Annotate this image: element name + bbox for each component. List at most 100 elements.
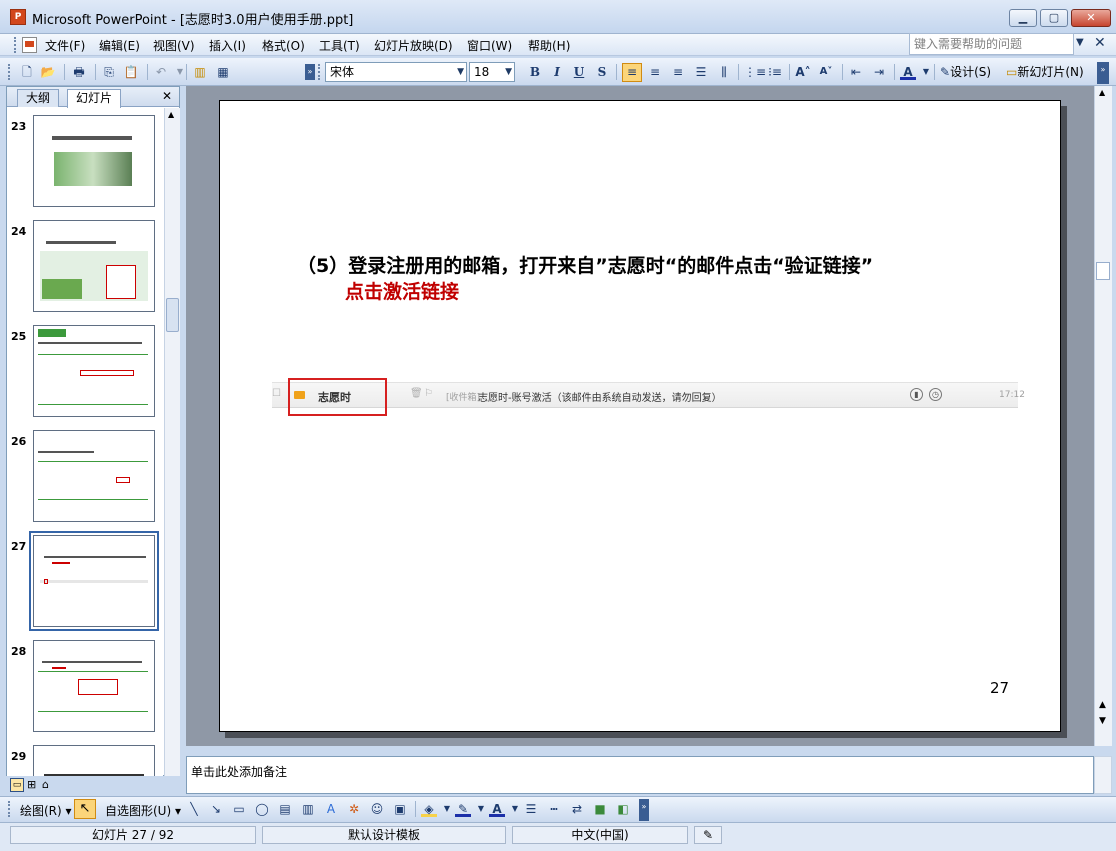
autoshapes-button[interactable]: 自选图形(U) ▾ [105,802,181,819]
toolbar-grip-icon[interactable] [8,801,12,817]
increase-font-icon[interactable]: A˄ [795,64,811,80]
copy-icon[interactable]: ⎘ [101,64,117,80]
menu-insert[interactable]: 插入(I) [209,37,246,54]
next-slide-icon[interactable]: ▼ [1099,716,1106,726]
italic-button[interactable]: I [549,64,565,80]
line-color-icon[interactable]: ✎ [455,801,471,817]
menu-window[interactable]: 窗口(W) [467,37,512,54]
line-tool-icon[interactable]: ╲ [186,801,202,817]
menu-format[interactable]: 格式(O) [262,37,305,54]
normal-view-icon[interactable]: ▭ [10,778,24,792]
toolbar-grip-icon[interactable] [8,64,12,80]
align-left-icon[interactable]: ≡ [622,63,642,82]
tab-outline[interactable]: 大纲 [17,89,60,107]
toolbar-grip-icon[interactable] [318,64,322,80]
powerpoint-app-icon[interactable]: P [10,9,26,25]
close-document-icon[interactable]: ✕ [1094,35,1106,51]
chevron-down-icon[interactable]: ▼ [505,63,512,81]
maximize-button[interactable]: ▢ [1040,9,1068,27]
bold-button[interactable]: B [527,64,543,80]
font-size-select[interactable]: 18 ▼ [469,62,515,82]
decrease-indent-icon[interactable]: ⇤ [848,64,864,80]
help-dropdown-icon[interactable]: ▼ [1076,37,1084,48]
fill-color-icon[interactable]: ◈ [421,801,437,817]
slide-thumbnail-29[interactable] [33,745,155,776]
help-search-input[interactable]: 键入需要帮助的问题 [909,33,1074,55]
toolbar-options-icon[interactable]: » [639,799,649,821]
scrollbar-thumb[interactable] [166,298,179,332]
slide-thumbnail-25[interactable] [33,325,155,417]
status-template[interactable]: 默认设计模板 [262,826,506,844]
spellcheck-status-icon[interactable]: ✎ [694,826,722,844]
toolbar-options-icon[interactable]: » [1097,62,1109,84]
notes-pane[interactable]: 单击此处添加备注 [186,756,1094,794]
distribute-icon[interactable]: ⫼ [716,64,732,80]
minimize-button[interactable]: ▁ [1009,9,1037,27]
insert-chart-icon[interactable]: ▥ [192,64,208,80]
slide-thumbnail-23[interactable] [33,115,155,207]
menu-tools[interactable]: 工具(T) [319,37,360,54]
close-panel-icon[interactable]: ✕ [162,89,172,103]
open-file-icon[interactable]: 📂 [40,64,56,80]
wordart-icon[interactable]: A [323,801,339,817]
font-color-dropdown-icon[interactable]: ▼ [507,801,523,817]
rectangle-tool-icon[interactable]: ▭ [231,801,247,817]
shadow-style-icon[interactable]: ■ [592,801,608,817]
vertical-textbox-icon[interactable]: ▥ [300,801,316,817]
line-style-icon[interactable]: ☰ [523,801,539,817]
draw-menu-button[interactable]: 绘图(R) ▾ [20,802,72,819]
diagram-icon[interactable]: ✲ [346,801,362,817]
print-icon[interactable]: 🖶 [71,64,87,80]
textbox-tool-icon[interactable]: ▤ [277,801,293,817]
menu-help[interactable]: 帮助(H) [528,37,570,54]
slide-title[interactable]: （5）登录注册用的邮箱，打开来自”志愿时“的邮件点击“验证链接” [297,251,997,278]
paste-icon[interactable]: 📋 [123,64,139,80]
slide-scrollbar[interactable]: ▲ ▲ ▼ [1094,86,1112,746]
tab-slides[interactable]: 幻灯片 [67,89,122,108]
new-file-icon[interactable]: 🗋 [19,64,35,80]
slide-thumbnail-24[interactable] [33,220,155,312]
select-pointer-icon[interactable]: ↖ [74,799,96,819]
insert-picture-icon[interactable]: ▣ [392,801,408,817]
line-color-dropdown-icon[interactable]: ▼ [473,801,489,817]
arrow-tool-icon[interactable]: ↘ [208,801,224,817]
close-window-button[interactable]: ✕ [1071,9,1111,27]
oval-tool-icon[interactable]: ◯ [254,801,270,817]
underline-button[interactable]: U [571,64,587,80]
scroll-up-icon[interactable]: ▲ [168,110,174,119]
new-slide-button[interactable]: ▭新幻灯片(N) [1006,63,1084,80]
font-color-dropdown-icon[interactable]: ▼ [918,64,934,80]
justify-icon[interactable]: ☰ [693,64,709,80]
align-center-icon[interactable]: ≡ [647,64,663,80]
notes-scrollbar[interactable] [1094,756,1112,794]
font-color-icon[interactable]: A [900,64,916,80]
menu-view[interactable]: 视图(V) [153,37,195,54]
chevron-down-icon[interactable]: ▼ [457,63,464,81]
menu-grip-icon[interactable] [14,37,17,53]
slide-thumbnail-26[interactable] [33,430,155,522]
slide-sorter-view-icon[interactable]: ⊞ [27,778,36,791]
decrease-font-icon[interactable]: A˅ [818,64,834,80]
arrow-style-icon[interactable]: ⇄ [569,801,585,817]
slide-thumbnail-27[interactable] [29,531,159,631]
current-slide[interactable]: （5）登录注册用的邮箱，打开来自”志愿时“的邮件点击“验证链接” 点击激活链接 … [219,100,1061,732]
align-right-icon[interactable]: ≡ [670,64,686,80]
dash-style-icon[interactable]: ┅ [546,801,562,817]
insert-table-icon[interactable]: ▦ [215,64,231,80]
menu-slideshow[interactable]: 幻灯片放映(D) [374,37,453,54]
font-color-icon[interactable]: A [489,801,505,817]
bulleted-list-icon[interactable]: ⁝≡ [767,64,783,80]
increase-indent-icon[interactable]: ⇥ [871,64,887,80]
scroll-up-icon[interactable]: ▲ [1099,88,1105,97]
design-button[interactable]: ✎设计(S) [940,63,991,80]
shadow-button[interactable]: S [594,64,610,80]
previous-slide-icon[interactable]: ▲ [1099,700,1106,710]
fill-color-dropdown-icon[interactable]: ▼ [439,801,455,817]
menu-edit[interactable]: 编辑(E) [99,37,140,54]
numbered-list-icon[interactable]: ⋮≡ [744,64,766,80]
document-icon[interactable] [22,37,37,53]
slide-thumbnail-28[interactable] [33,640,155,732]
3d-style-icon[interactable]: ◧ [615,801,631,817]
menu-file[interactable]: 文件(F) [45,37,85,54]
slideshow-view-icon[interactable]: ⌂ [42,778,49,791]
